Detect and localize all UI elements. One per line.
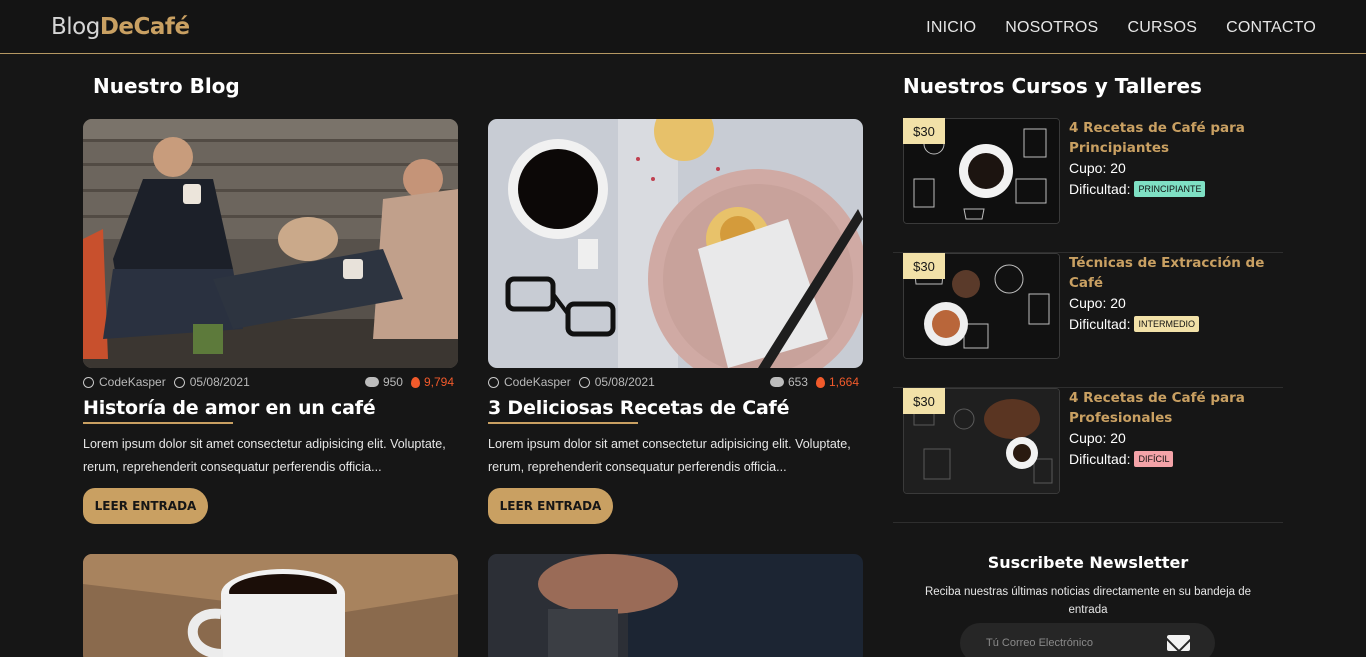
post-title[interactable]: Historía de amor en un café xyxy=(83,397,376,419)
course-item: $30 Técnicas de Extracción de Café Cupo:… xyxy=(893,253,1283,388)
post-meta: CodeKasper 05/08/2021 950 9,794 xyxy=(83,375,458,389)
course-title[interactable]: 4 Recetas de Café para Profesionales xyxy=(1069,388,1269,428)
course-difficulty: Dificultad: INTERMEDIO xyxy=(1069,316,1199,332)
course-item: $30 4 Recetas de Café para Profesionales… xyxy=(893,388,1283,523)
site-logo[interactable]: BlogDeCafé xyxy=(51,14,190,40)
fire-icon xyxy=(410,376,420,388)
nav-inicio[interactable]: INICIO xyxy=(926,19,976,37)
envelope-icon[interactable] xyxy=(1167,635,1190,651)
comments-icon xyxy=(364,377,379,387)
course-price: $30 xyxy=(903,253,945,279)
clock-icon xyxy=(578,376,590,388)
fire-icon xyxy=(815,376,825,388)
post-image[interactable] xyxy=(83,119,458,368)
nav-cursos[interactable]: CURSOS xyxy=(1127,19,1197,37)
course-price: $30 xyxy=(903,388,945,414)
blog-card xyxy=(83,554,458,657)
post-image[interactable] xyxy=(83,554,458,657)
course-difficulty: Dificultad: DIFÍCIL xyxy=(1069,451,1174,467)
blog-card: CodeKasper 05/08/2021 653 1,664 3 Delici… xyxy=(488,119,863,524)
title-underline xyxy=(488,422,638,424)
course-title[interactable]: 4 Recetas de Café para Principiantes xyxy=(1069,118,1269,158)
logo-part1: Blog xyxy=(51,14,100,40)
newsletter-title: Suscribete Newsletter xyxy=(987,553,1189,572)
post-title[interactable]: 3 Deliciosas Recetas de Café xyxy=(488,397,790,419)
difficulty-label: Dificultad: xyxy=(1069,451,1131,467)
course-cupo: Cupo: 20 xyxy=(1069,295,1126,311)
post-date: 05/08/2021 xyxy=(594,375,655,389)
course-cupo: Cupo: 20 xyxy=(1069,430,1126,446)
title-underline xyxy=(83,422,233,424)
post-meta: CodeKasper 05/08/2021 653 1,664 xyxy=(488,375,863,389)
post-excerpt: Lorem ipsum dolor sit amet consectetur a… xyxy=(488,437,851,474)
course-item: $30 4 Recetas de Café para Principiantes… xyxy=(893,118,1283,253)
email-placeholder: Tú Correo Electrónico xyxy=(986,637,1093,649)
logo-part2: DeCafé xyxy=(99,14,190,40)
blog-title: Nuestro Blog xyxy=(93,74,240,98)
post-likes: 9,794 xyxy=(423,375,454,389)
post-image[interactable] xyxy=(488,554,863,657)
blog-card xyxy=(488,554,863,657)
clock-icon xyxy=(173,376,185,388)
difficulty-badge: PRINCIPIANTE xyxy=(1134,181,1206,197)
post-likes: 1,664 xyxy=(828,375,859,389)
post-comments: 653 xyxy=(787,375,808,389)
post-image[interactable] xyxy=(488,119,863,368)
read-post-button[interactable]: LEER ENTRADA xyxy=(83,488,208,524)
difficulty-badge: DIFÍCIL xyxy=(1134,451,1174,467)
course-price: $30 xyxy=(903,118,945,144)
post-comments: 950 xyxy=(382,375,403,389)
course-cupo: Cupo: 20 xyxy=(1069,160,1126,176)
blog-card: CodeKasper 05/08/2021 950 9,794 Historía… xyxy=(83,119,458,524)
nav-contacto[interactable]: CONTACTO xyxy=(1226,19,1316,37)
main-nav: INICIO NOSOTROS CURSOS CONTACTO xyxy=(926,19,1316,37)
course-difficulty: Dificultad: PRINCIPIANTE xyxy=(1069,181,1206,197)
newsletter-text: Reciba nuestras últimas noticias directa… xyxy=(924,586,1252,616)
user-icon xyxy=(83,376,94,388)
post-date: 05/08/2021 xyxy=(189,375,250,389)
nav-nosotros[interactable]: NOSOTROS xyxy=(1005,19,1098,37)
difficulty-label: Dificultad: xyxy=(1069,181,1131,197)
newsletter-email-input[interactable]: Tú Correo Electrónico xyxy=(960,623,1215,657)
site-header: BlogDeCafé INICIO NOSOTROS CURSOS CONTAC… xyxy=(0,0,1366,54)
course-title[interactable]: Técnicas de Extracción de Café xyxy=(1069,253,1269,293)
user-icon xyxy=(488,376,499,388)
difficulty-label: Dificultad: xyxy=(1069,316,1131,332)
courses-title: Nuestros Cursos y Talleres xyxy=(903,74,1202,98)
post-author[interactable]: CodeKasper xyxy=(504,375,571,389)
comments-icon xyxy=(769,377,784,387)
post-excerpt: Lorem ipsum dolor sit amet consectetur a… xyxy=(83,437,446,474)
difficulty-badge: INTERMEDIO xyxy=(1134,316,1199,332)
read-post-button[interactable]: LEER ENTRADA xyxy=(488,488,613,524)
post-author[interactable]: CodeKasper xyxy=(99,375,166,389)
